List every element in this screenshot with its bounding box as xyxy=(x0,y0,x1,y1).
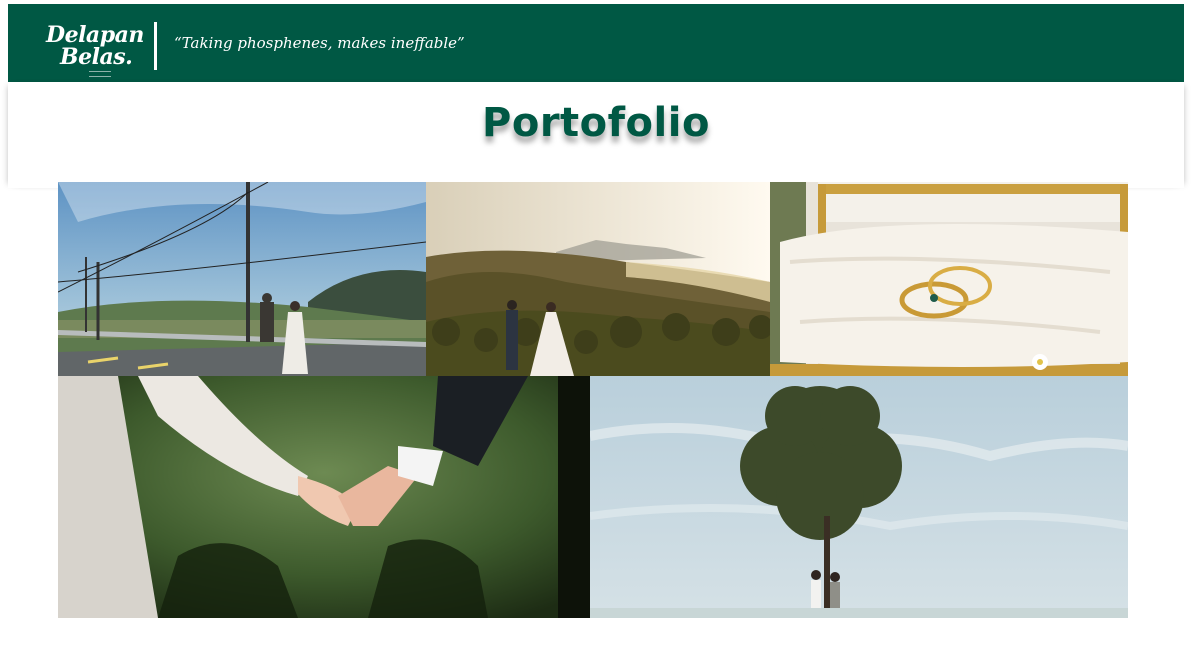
photo-tree-image xyxy=(590,376,1128,618)
site-header: Delapan Belas. “Taking phosphenes, makes… xyxy=(8,4,1184,82)
photo-road-walk-image xyxy=(58,182,426,376)
page-title: Portofolio xyxy=(482,100,710,146)
header-divider xyxy=(154,22,157,70)
brand-logo[interactable]: Delapan Belas. xyxy=(46,22,144,80)
portfolio-photo-misty-hills[interactable] xyxy=(426,182,770,376)
photo-rings-image xyxy=(770,182,1128,376)
portfolio-photo-holding-hands[interactable] xyxy=(58,376,590,618)
photo-misty-hills-image xyxy=(426,182,770,376)
brand-logo-ornament xyxy=(89,71,111,77)
portfolio-photo-tree[interactable] xyxy=(590,376,1128,618)
portfolio-photo-road-walk[interactable] xyxy=(58,182,426,376)
portfolio-photo-rings[interactable] xyxy=(770,182,1128,376)
page: Delapan Belas. “Taking phosphenes, makes… xyxy=(0,0,1192,668)
photo-holding-hands-image xyxy=(58,376,590,618)
brand-logo-line2: Belas. xyxy=(60,44,133,70)
brand-tagline: “Taking phosphenes, makes ineffable” xyxy=(174,34,465,52)
